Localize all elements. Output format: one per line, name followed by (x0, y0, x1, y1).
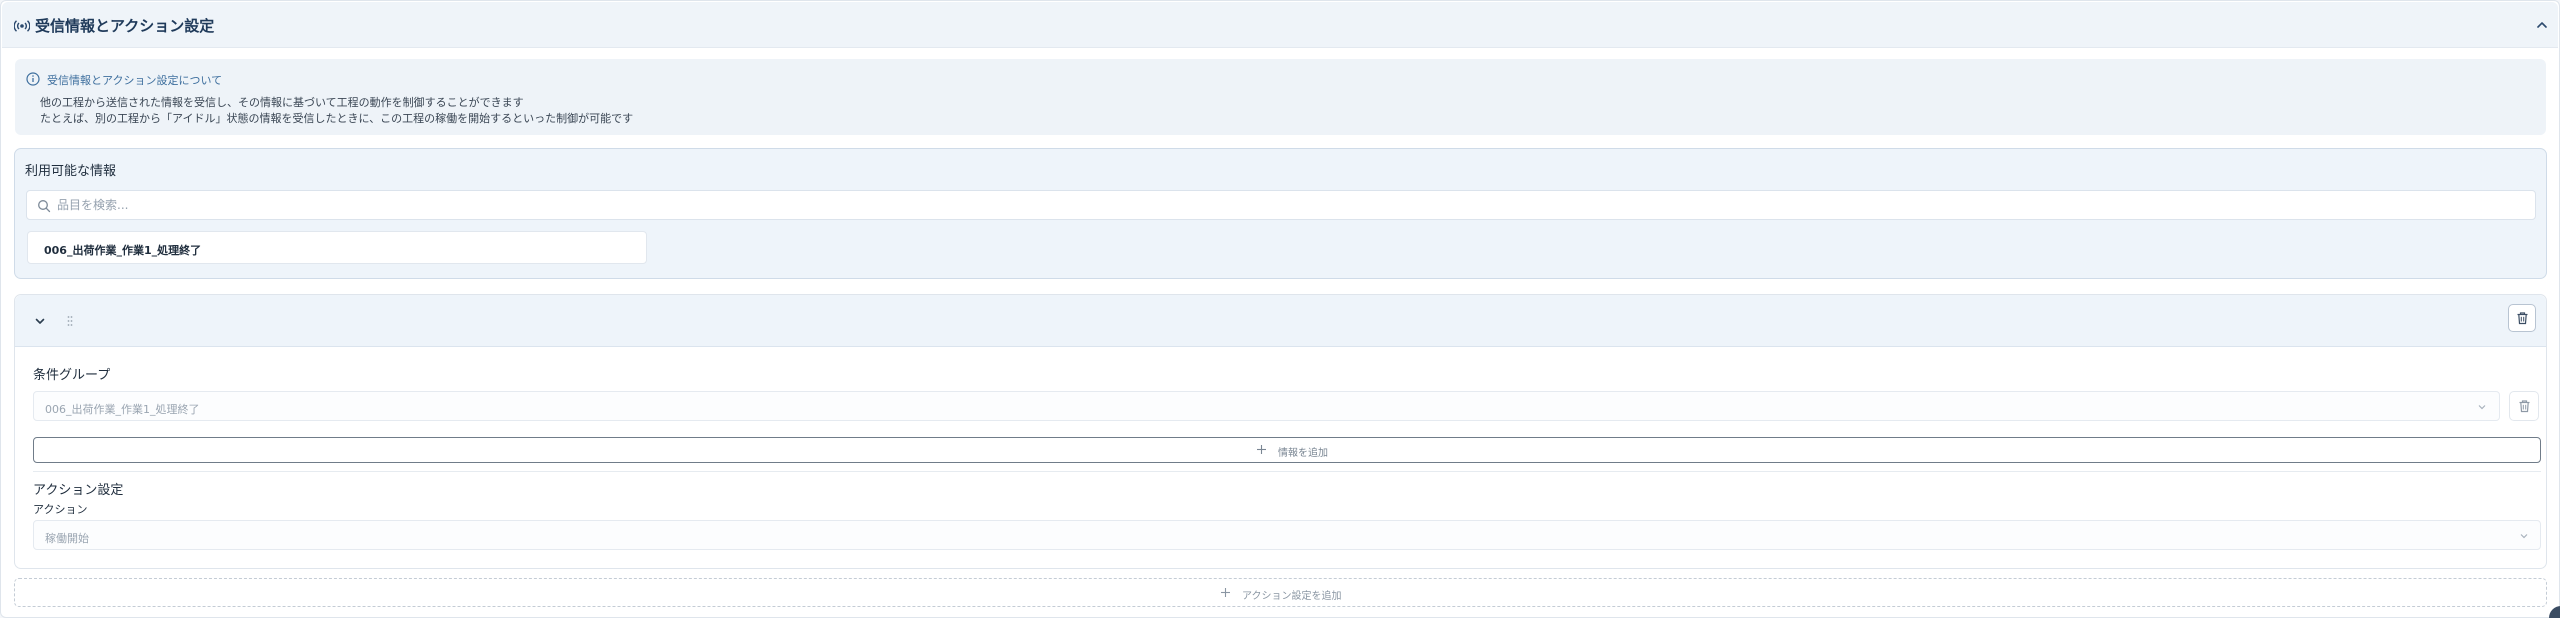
delete-condition-button[interactable] (2509, 391, 2539, 421)
plus-icon (1221, 588, 1230, 597)
receive-action-panel: 受信情報とアクション設定 受信情報とアクション設定について 他の工程から送信され… (0, 0, 2560, 618)
chevron-down-icon (2478, 405, 2486, 410)
chevron-down-icon[interactable] (34, 315, 46, 327)
rule-card-header (15, 295, 2546, 347)
available-info-item-label: 006_出荷作業_作業1_処理終了 (44, 244, 202, 257)
action-field-label: アクション (33, 503, 88, 516)
section-divider (33, 471, 2541, 472)
delete-rule-button[interactable] (2508, 304, 2536, 332)
drag-handle-icon[interactable] (66, 314, 74, 328)
broadcast-icon (14, 20, 30, 32)
search-input[interactable] (57, 195, 2517, 215)
action-select-value: 稼働開始 (45, 532, 89, 545)
available-info-title: 利用可能な情報 (25, 164, 117, 179)
chevron-down-icon (2520, 534, 2528, 539)
info-circle-icon (26, 72, 40, 86)
panel-header[interactable]: 受信情報とアクション設定 (2, 2, 2558, 48)
available-info-item[interactable]: 006_出荷作業_作業1_処理終了 (27, 231, 647, 264)
trash-icon (2517, 312, 2528, 325)
info-callout: 受信情報とアクション設定について 他の工程から送信された情報を受信し、その情報に… (15, 59, 2546, 135)
chevron-up-icon[interactable] (2534, 17, 2550, 33)
available-info-section: 利用可能な情報 006_出荷作業_作業1_処理終了 (14, 148, 2547, 279)
info-description-line: 他の工程から送信された情報を受信し、その情報に基づいて工程の動作を制御することが… (40, 96, 524, 109)
add-info-button[interactable]: 情報を追加 (33, 437, 2541, 463)
trash-icon (2519, 400, 2530, 413)
search-icon (38, 200, 51, 213)
add-action-setting-label: アクション設定を追加 (1242, 591, 1342, 602)
search-field[interactable] (26, 190, 2536, 220)
info-description-line: たとえば、別の工程から「アイドル」状態の情報を受信したときに、この工程の稼働を開… (40, 112, 634, 125)
add-action-setting-button[interactable]: アクション設定を追加 (14, 578, 2547, 607)
condition-select[interactable]: 006_出荷作業_作業1_処理終了 (33, 391, 2500, 421)
add-info-label: 情報を追加 (1278, 448, 1328, 459)
panel-title: 受信情報とアクション設定 (35, 17, 215, 35)
action-section-title: アクション設定 (33, 483, 124, 498)
action-select[interactable]: 稼働開始 (33, 520, 2541, 550)
info-title: 受信情報とアクション設定について (47, 74, 223, 87)
plus-icon (1257, 445, 1266, 454)
action-rule-card: 条件グループ 006_出荷作業_作業1_処理終了 情報を追加 アクション設定 ア… (14, 294, 2547, 569)
condition-select-value: 006_出荷作業_作業1_処理終了 (45, 403, 200, 416)
condition-group-title: 条件グループ (33, 368, 111, 383)
